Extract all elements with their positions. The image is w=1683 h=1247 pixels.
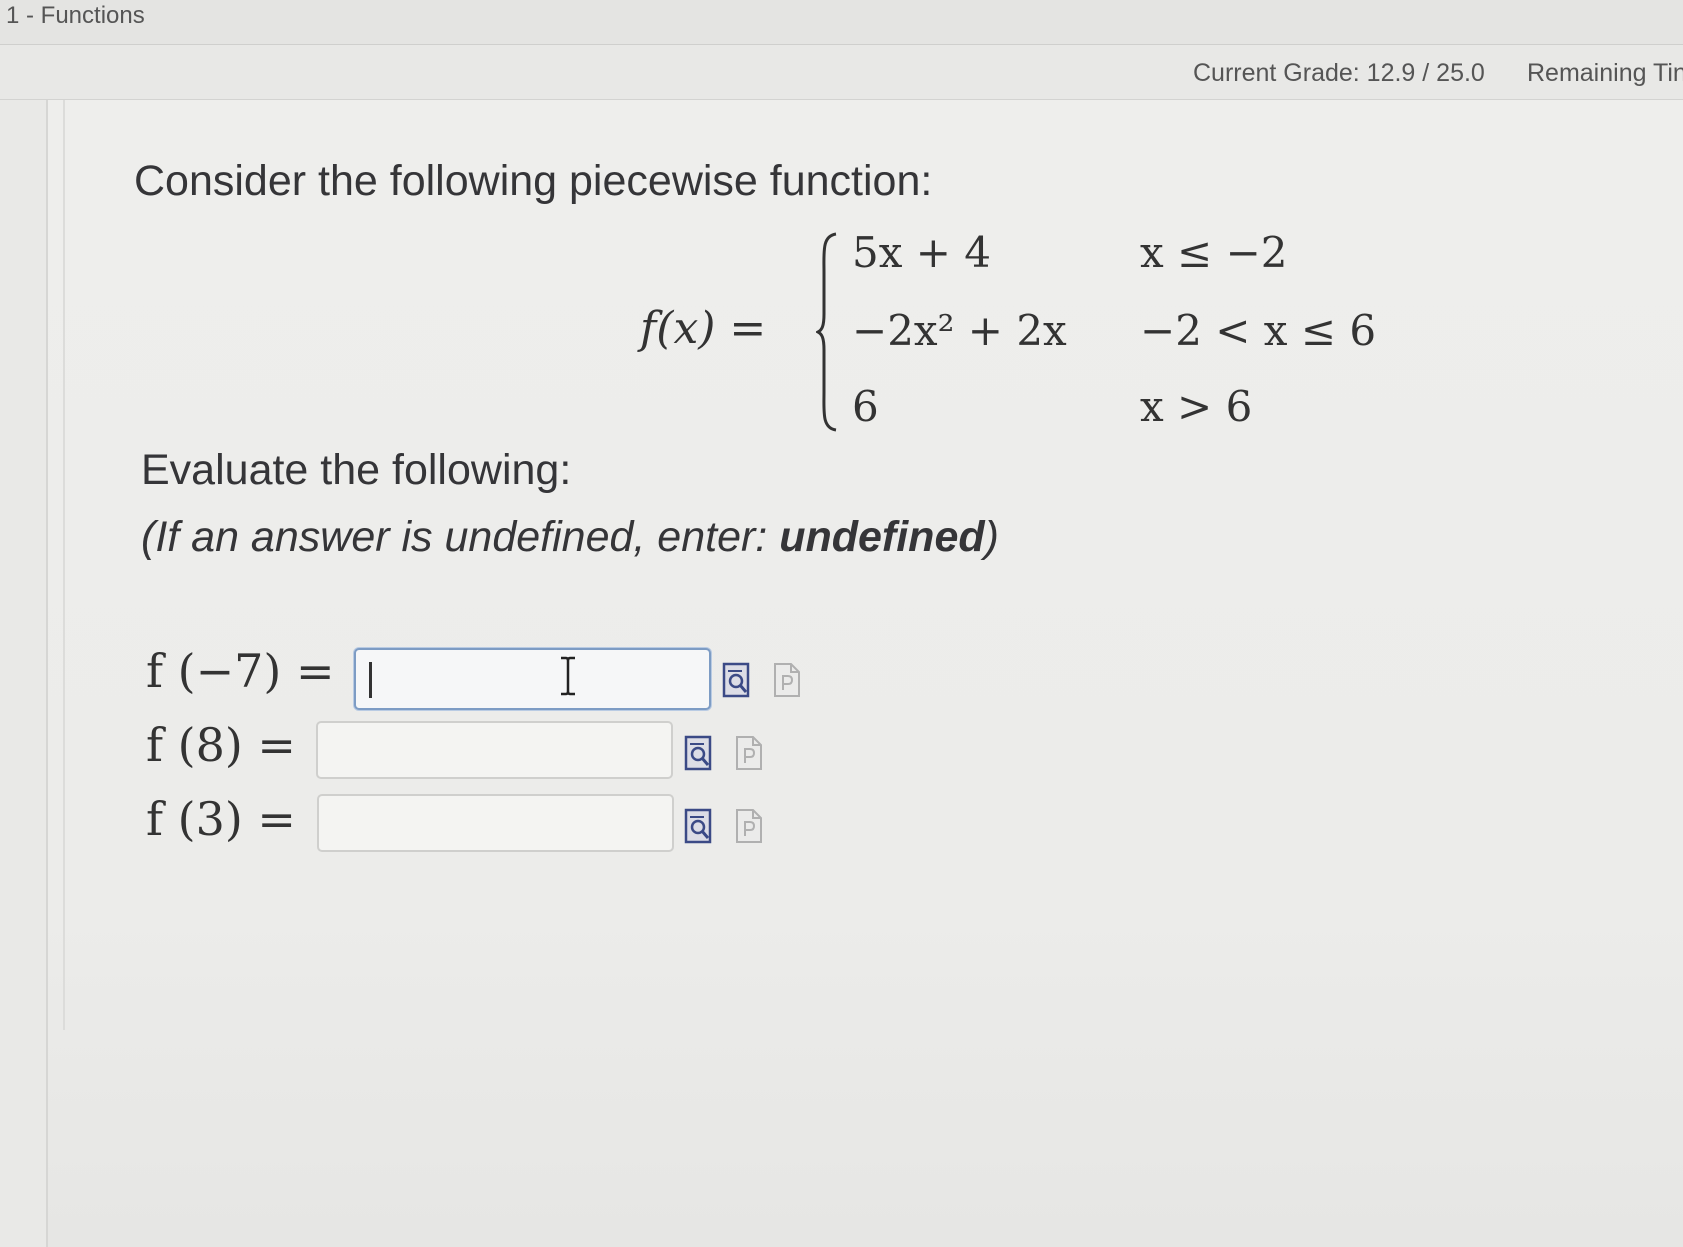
- text-caret: [369, 662, 372, 698]
- preview-icon[interactable]: [722, 662, 752, 698]
- answer-input-f-neg7[interactable]: [354, 648, 711, 710]
- answer-label-f-8: f (8) =: [146, 718, 296, 772]
- piecewise-brace: [816, 232, 837, 432]
- answer-label-f-3: f (3) =: [146, 792, 296, 846]
- undefined-keyword: undefined: [779, 513, 985, 561]
- preview-icon[interactable]: [684, 808, 714, 844]
- piece-3-condition: x > 6: [1140, 382, 1253, 431]
- piece-2-expression: −2x² + 2x: [852, 306, 1067, 355]
- answer-input-f-8[interactable]: [316, 721, 673, 779]
- title-bar: 1 - Functions: [0, 0, 1683, 45]
- answer-input-f-3[interactable]: [317, 794, 674, 852]
- panel-divider: [63, 100, 65, 1030]
- preview-icon[interactable]: [684, 735, 714, 771]
- question-intro: Consider the following piecewise functio…: [134, 157, 933, 205]
- remaining-time: Remaining Tin: [1527, 59, 1683, 87]
- help-icon[interactable]: [734, 808, 764, 844]
- piece-2-condition: −2 < x ≤ 6: [1140, 306, 1377, 355]
- assignment-title: 1 - Functions: [6, 2, 145, 29]
- current-grade: Current Grade: 12.9 / 25.0: [1193, 59, 1485, 87]
- piece-3-expression: 6: [852, 382, 879, 431]
- status-bar: Current Grade: 12.9 / 25.0 Remaining Tin: [0, 45, 1683, 100]
- evaluate-heading: Evaluate the following:: [141, 446, 572, 494]
- piece-1-expression: 5x + 4: [852, 228, 992, 277]
- function-name: f(x) =: [640, 303, 767, 354]
- piece-1-condition: x ≤ −2: [1140, 228, 1288, 277]
- instructions: (If an answer is undefined, enter: undef…: [141, 513, 999, 561]
- help-icon[interactable]: [734, 735, 764, 771]
- text-cursor-icon: [561, 656, 575, 696]
- help-icon[interactable]: [772, 662, 802, 698]
- answer-label-f-neg7: f (−7) =: [146, 644, 335, 698]
